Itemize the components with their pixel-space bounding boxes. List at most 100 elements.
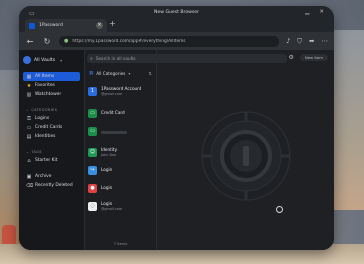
item-text: 1Password Account @gmail.com: [101, 86, 141, 96]
search-icon: ⌕: [90, 55, 93, 62]
more-icon[interactable]: ⋯: [322, 37, 329, 45]
trash-icon: ⌫: [26, 182, 34, 189]
favicon-icon: [29, 22, 35, 29]
list-item[interactable]: ▭ Credit Card: [88, 105, 153, 121]
star-icon: ★: [26, 82, 32, 89]
list-header: ▦ All Categories ▾ ⇅: [89, 69, 152, 77]
url-text: https://my.1password.com/app#/everything…: [72, 38, 186, 44]
sidebar-item-label: Recently Deleted: [35, 183, 73, 188]
sidebar-item-watchtower[interactable]: ▥ Watchtower: [23, 90, 80, 99]
list-item[interactable]: ↪ Login: [88, 162, 153, 178]
sidebar-item-all-items[interactable]: ▦ All Items: [23, 72, 80, 81]
vault-icon: [23, 56, 31, 64]
item-subtitle: @gmail.com: [101, 92, 123, 96]
detail-pane: ⚙ New Item: [157, 50, 334, 250]
categories-heading-label: CATEGORIES: [31, 108, 58, 112]
sidebar-item-recently-deleted[interactable]: ⌫ Recently Deleted: [23, 181, 80, 190]
item-type-icon: 1: [88, 86, 97, 96]
chevron-down-icon: ⌄: [26, 150, 30, 154]
new-tab-button[interactable]: +: [109, 19, 116, 28]
key-icon: ⚿: [27, 115, 31, 122]
item-title: Login: [101, 167, 113, 172]
item-subtitle: John Doe: [101, 153, 117, 157]
item-text: Identity John Doe: [101, 147, 117, 157]
item-title: Credit Card: [101, 110, 125, 115]
lock-icon: ●: [64, 38, 69, 44]
item-type-icon: ▭: [88, 126, 97, 136]
categories-heading[interactable]: ⌄ CATEGORIES: [23, 106, 80, 114]
list-item[interactable]: ☺ Identity John Doe: [88, 144, 153, 160]
close-icon[interactable]: ✕: [319, 9, 324, 15]
chevron-down-icon: ▾: [60, 57, 63, 63]
address-bar[interactable]: ● https://my.1password.com/app#/everythi…: [59, 35, 280, 47]
category-filter[interactable]: All Categories: [96, 71, 125, 76]
list-item[interactable]: 1 1Password Account @gmail.com: [88, 83, 153, 99]
tab-close-icon[interactable]: ×: [96, 22, 103, 29]
watchtower-icon: ▥: [26, 91, 32, 98]
redacted-text: [101, 130, 127, 134]
items-count: 7 items: [113, 242, 128, 246]
sidebar-item-label: Watchtower: [35, 92, 62, 97]
item-title: 1Password Account: [101, 86, 142, 91]
vault-label: All Vaults: [34, 57, 56, 63]
sidebar-item-label: Identities: [35, 134, 56, 139]
chevron-down-icon: ⌄: [26, 108, 30, 112]
item-subtitle: @gmail.com: [101, 207, 123, 211]
sidebar-item-favorites[interactable]: ★ Favorites: [23, 81, 80, 90]
new-item-button[interactable]: New Item: [299, 54, 328, 61]
microphone-icon[interactable]: ♪: [286, 37, 290, 45]
share-icon[interactable]: ➦: [309, 37, 314, 45]
background-room-left: [0, 70, 20, 250]
sidebar-item-identities[interactable]: ▤ Identities: [23, 132, 80, 141]
tags-heading-label: TAGS: [31, 150, 42, 154]
grid-icon: ▦: [26, 73, 32, 80]
sidebar-item-label: Credit Cards: [35, 125, 63, 130]
item-type-icon: ◌: [88, 201, 97, 211]
sidebar-item-label: All Items: [35, 74, 55, 79]
tab-1password[interactable]: 1Password ×: [25, 19, 107, 32]
sort-icon[interactable]: ⇅: [148, 71, 152, 76]
vault-selector[interactable]: All Vaults ▾: [23, 54, 80, 66]
sidebar-item-starter-kit[interactable]: ⌂ Starter Kit: [23, 156, 80, 165]
card-icon: ▭: [26, 124, 32, 131]
sidebar-item-label: Archive: [35, 174, 52, 179]
title-bar: ▭ New Guest Browser ▁ ✕ 1Password × +: [19, 6, 334, 32]
sidebar: All Vaults ▾ ▦ All Items ★ Favorites ▥ W…: [19, 50, 85, 250]
item-text: Login: [101, 167, 112, 173]
list-item[interactable]: ● Login: [88, 180, 153, 196]
item-type-icon: ↪: [88, 165, 97, 175]
item-type-icon: ▭: [88, 108, 97, 118]
category-icon: ▦: [89, 70, 94, 76]
gear-icon[interactable]: ⚙: [288, 54, 293, 61]
shield-icon[interactable]: ⛉: [297, 37, 302, 46]
item-type-icon: ●: [88, 183, 97, 193]
browser-window: ▭ New Guest Browser ▁ ✕ 1Password × + ← …: [19, 6, 334, 250]
tab-label: 1Password: [39, 23, 63, 28]
list-item[interactable]: ◌ Login @gmail.com: [88, 198, 153, 214]
app-area: All Vaults ▾ ▦ All Items ★ Favorites ▥ W…: [19, 50, 334, 250]
minimize-icon[interactable]: ▁: [305, 9, 309, 15]
sidebar-item-label: Starter Kit: [35, 158, 58, 163]
sidebar-item-label: Logins: [35, 116, 50, 121]
cursor-pointer: [276, 206, 283, 213]
detail-controls: ⚙ New Item: [288, 54, 328, 61]
item-text: Login: [101, 185, 112, 191]
window-controls: ▁ ✕: [305, 9, 324, 15]
item-type-icon: ☺: [88, 147, 97, 157]
item-title: Login: [101, 185, 113, 190]
search-input[interactable]: ⌕ Search in all vaults: [87, 54, 287, 63]
sidebar-item-logins[interactable]: ⚿ Logins: [23, 114, 80, 123]
tags-heading[interactable]: ⌄ TAGS: [23, 148, 80, 156]
list-item[interactable]: ▭: [88, 123, 153, 139]
window-title: New Guest Browser: [153, 10, 200, 15]
sidebar-item-credit-cards[interactable]: ▭ Credit Cards: [23, 123, 80, 132]
archive-icon: ▣: [26, 173, 32, 180]
item-title: Login: [101, 201, 113, 206]
reload-icon[interactable]: ↻: [42, 37, 52, 46]
item-list: ⌕ Search in all vaults ▦ All Categories …: [85, 50, 287, 250]
sidebar-item-archive[interactable]: ▣ Archive: [23, 172, 80, 181]
item-text: Login @gmail.com: [101, 201, 122, 211]
tag-icon: ⌂: [27, 157, 31, 164]
identity-icon: ▤: [26, 133, 32, 140]
back-icon[interactable]: ←: [25, 37, 35, 46]
